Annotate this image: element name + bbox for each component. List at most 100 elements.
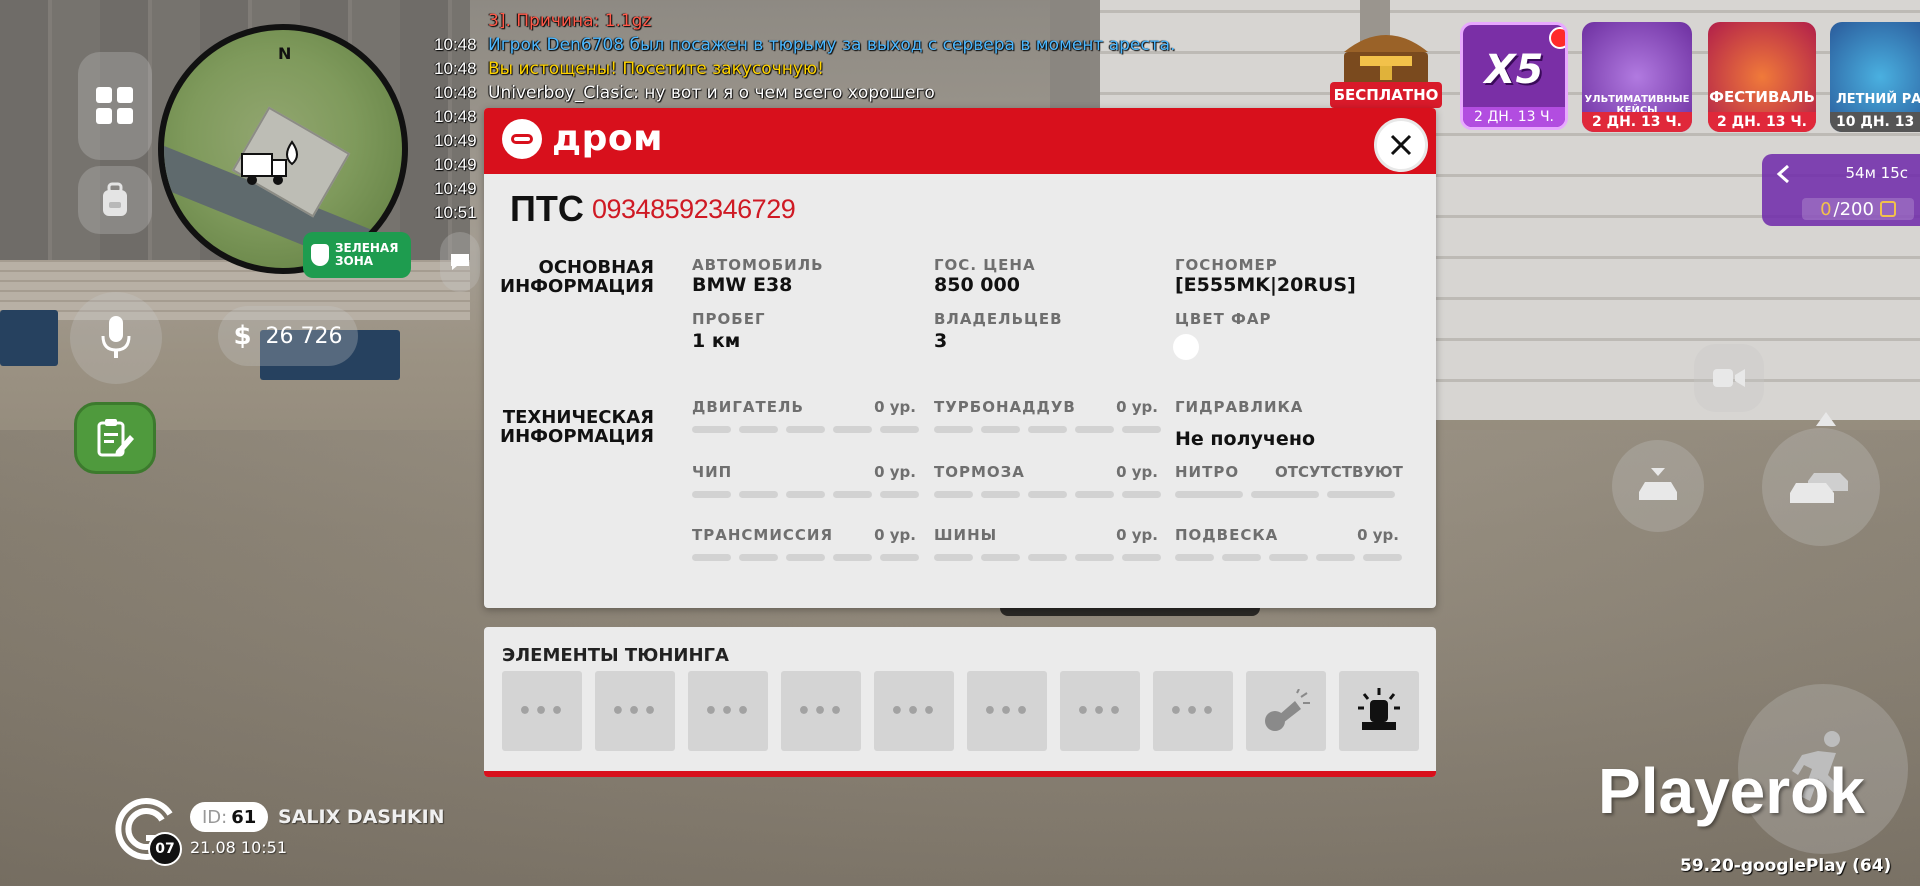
- tuning-slot-empty[interactable]: •••: [502, 671, 582, 751]
- chat-toggle-button[interactable]: [440, 232, 480, 292]
- inventory-button[interactable]: [78, 166, 152, 234]
- tuning-slot-empty[interactable]: •••: [688, 671, 768, 751]
- tuning-panel: ЭЛЕМЕНТЫ ТЮНИНГА ••• ••• ••• ••• ••• ••• ••• ••…: [484, 627, 1436, 777]
- tech-info-title-line2: ИНФОРМАЦИЯ: [500, 426, 654, 447]
- tasks-button[interactable]: [74, 402, 156, 474]
- tuning-slot-siren[interactable]: [1339, 671, 1419, 751]
- level-bar-segment: [1327, 491, 1395, 498]
- level-bar-segment: [880, 554, 919, 561]
- tech-level-bars: [1175, 554, 1402, 561]
- tech-info-title-line1: ТЕХНИЧЕСКАЯ: [502, 407, 654, 428]
- chat-time: 10:49: [434, 179, 477, 198]
- drom-brand-text: дром: [552, 118, 664, 159]
- tech-level: 0 ур.: [1116, 526, 1158, 544]
- level-bar-segment: [1028, 426, 1067, 433]
- ultimate-cases-promo[interactable]: УЛЬТИМАТИВНЫЕ КЕЙСЫ 2 ДН. 13 Ч.: [1582, 22, 1692, 132]
- level-bar-segment: [786, 554, 825, 561]
- level-bar-segment: [1363, 554, 1402, 561]
- version-label: 59.20-googlePlay (64): [1680, 856, 1892, 876]
- level-bar-segment: [1122, 491, 1161, 498]
- siren-icon: [1358, 688, 1400, 730]
- level-bar-segment: [692, 554, 731, 561]
- chat-time: 10:49: [434, 155, 477, 174]
- tuning-slot-empty[interactable]: •••: [781, 671, 861, 751]
- level-bar-segment: [1122, 554, 1161, 561]
- level-bar-segment: [981, 554, 1020, 561]
- menu-button[interactable]: [78, 52, 152, 160]
- money-display: $ 26 726: [218, 306, 358, 366]
- level-bar-segment: [1175, 554, 1214, 561]
- tech-label: ШИНЫ: [934, 526, 998, 544]
- chat-message: Вы истощены! Посетите закусочную!: [488, 59, 824, 79]
- chat-line: 10:48 Вы истощены! Посетите закусочную!: [434, 57, 1234, 81]
- tuning-slot-empty[interactable]: •••: [595, 671, 675, 751]
- tech-label: ЧИП: [692, 463, 733, 481]
- tuning-slot-empty[interactable]: •••: [967, 671, 1047, 751]
- chat-time: 10:48: [434, 107, 477, 126]
- level-bar-segment: [1075, 426, 1114, 433]
- free-label: БЕСПЛАТНО: [1330, 82, 1442, 108]
- level-bar-segment: [981, 426, 1020, 433]
- mileage-value: 1 км: [692, 330, 741, 352]
- voice-chat-button[interactable]: [70, 292, 162, 384]
- zone-line-2: ЗОНА: [335, 254, 374, 268]
- empty-slot-dots: •••: [610, 698, 660, 724]
- camera-button[interactable]: [1694, 344, 1764, 412]
- truck-marker-icon: [241, 140, 298, 185]
- level-bar-segment: [692, 426, 731, 433]
- x5-promo[interactable]: X5 2 ДН. 13 Ч.: [1460, 22, 1568, 130]
- level-bar-segment: [833, 426, 872, 433]
- player-id: 61: [231, 806, 257, 828]
- chat-time: 10:49: [434, 131, 477, 150]
- basic-info-title-line1: ОСНОВНАЯ: [538, 257, 654, 278]
- level-bar-segment: [981, 491, 1020, 498]
- date-time: 21.08 10:51: [190, 838, 287, 857]
- chat-time: 10:48: [434, 35, 477, 54]
- chevron-left-icon: [1776, 164, 1789, 184]
- tech-label: ТОРМОЗА: [934, 463, 1025, 481]
- shield-icon: [311, 244, 329, 266]
- enter-car-button[interactable]: [1762, 428, 1880, 546]
- zone-line-1: ЗЕЛЕНАЯ: [335, 241, 399, 255]
- summer-title: ЛЕТНИЙ РАЗЪ: [1836, 92, 1920, 107]
- backpack-icon: [103, 182, 127, 216]
- level-bar-segment: [934, 554, 973, 561]
- chat-line: 10:48 Игрок Den6708 был посажен в тюрьму …: [434, 33, 1234, 57]
- festival-promo[interactable]: ФЕСТИВАЛЬ 2 ДН. 13 Ч.: [1708, 22, 1816, 132]
- dollar-icon: $: [233, 321, 252, 351]
- exit-car-button[interactable]: [1612, 440, 1704, 532]
- level-bar-segment: [1028, 554, 1067, 561]
- level-bar-segment: [934, 491, 973, 498]
- tech-level-bars: [692, 491, 919, 498]
- tech-level-bars: [934, 491, 1161, 498]
- event-timer-card[interactable]: 54м 15с 0/200: [1762, 154, 1920, 226]
- festival-title: ФЕСТИВАЛЬ: [1709, 88, 1815, 106]
- empty-slot-dots: •••: [889, 698, 939, 724]
- level-bar-segment: [739, 491, 778, 498]
- pts-number: 09348592346729: [592, 194, 796, 224]
- summer-promo[interactable]: ЛЕТНИЙ РАЗЪ 10 ДН. 13: [1830, 22, 1920, 132]
- mileage-label: ПРОБЕГ: [692, 310, 766, 328]
- tech-info-title: ТЕХНИЧЕСКАЯ ИНФОРМАЦИЯ: [484, 408, 654, 446]
- pts-title: ПТС: [510, 188, 584, 229]
- chat-time: 10:51: [434, 203, 477, 222]
- empty-slot-dots: •••: [703, 698, 753, 724]
- tuning-slot-empty[interactable]: •••: [1153, 671, 1233, 751]
- level-bar-segment: [786, 426, 825, 433]
- close-button[interactable]: [1374, 118, 1428, 172]
- tuning-slot-empty[interactable]: •••: [1060, 671, 1140, 751]
- tech-level-bars: [692, 554, 919, 561]
- tech-level: ОТСУТСТВУЮТ: [1275, 463, 1403, 481]
- tuning-title: ЭЛЕМЕНТЫ ТЮНИНГА: [502, 645, 729, 666]
- microphone-icon: [101, 316, 131, 358]
- tech-level-bars: [692, 426, 919, 433]
- tuning-slot-horn[interactable]: [1246, 671, 1326, 751]
- zone-label: ЗЕЛЕНАЯ ЗОНА: [335, 242, 398, 268]
- tuning-slot-empty[interactable]: •••: [874, 671, 954, 751]
- cars-icon: [1790, 473, 1848, 503]
- event-progress-current: 0: [1820, 198, 1832, 220]
- money-amount: 26 726: [265, 323, 343, 349]
- level-bar-segment: [1222, 554, 1261, 561]
- x5-label: X5: [1484, 47, 1544, 93]
- coin-icon: [1879, 201, 1896, 217]
